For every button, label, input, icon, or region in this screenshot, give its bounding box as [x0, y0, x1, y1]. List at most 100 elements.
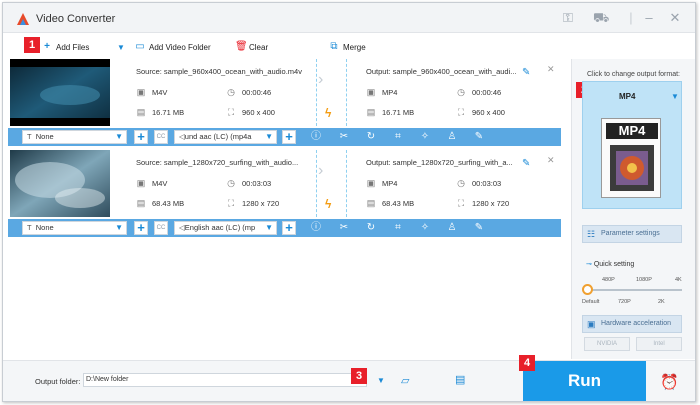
source-size-value: 16.71 MB — [152, 107, 185, 117]
crop-icon[interactable]: ⌗ — [392, 131, 404, 143]
quick-setting-icon: ⊸ — [586, 261, 592, 268]
video-thumbnail[interactable] — [10, 150, 110, 217]
edit-filename-icon[interactable]: ✎ — [522, 158, 530, 169]
source-filename: Source: sample_960x400_ocean_with_audio.… — [136, 67, 302, 76]
watermark-icon[interactable]: ♙ — [446, 131, 458, 143]
add-subtitle-button[interactable]: + — [134, 130, 148, 144]
source-format-value: M4V — [152, 178, 168, 188]
merge-button[interactable]: ⧉ Merge — [329, 40, 366, 54]
intel-toggle[interactable]: Intel — [636, 337, 682, 351]
watermark-icon[interactable]: ♙ — [446, 222, 458, 234]
clear-button[interactable]: 🗑 Clear — [235, 40, 268, 54]
subtitle-value: None — [35, 132, 54, 141]
open-folder-icon[interactable]: ▱ — [401, 374, 409, 387]
video-file-icon: ▣ — [136, 178, 146, 188]
run-label: Run — [567, 371, 602, 390]
remove-file-icon[interactable]: ✕ — [547, 64, 555, 75]
hardware-acceleration-button[interactable]: ▣ Hardware acceleration — [582, 315, 682, 333]
add-files-dropdown-icon[interactable]: ▼ — [117, 40, 125, 54]
rotate-icon[interactable]: ↻ — [365, 131, 377, 143]
mp4-icon-label: MP4 — [606, 123, 658, 139]
effects-icon[interactable]: ✧ — [419, 131, 431, 143]
quality-slider-handle[interactable] — [582, 284, 593, 295]
output-duration-value: 00:03:03 — [472, 178, 502, 188]
tick-label: 480P — [602, 277, 615, 283]
run-button[interactable]: Run — [523, 361, 646, 401]
output-preview-icon[interactable]: ▤ — [455, 373, 465, 386]
key-icon[interactable]: ⚿ — [560, 10, 576, 26]
edit-toolbar: T None ▼ + CC ◁und aac (LC) (mp4a ▼ + ⓘ ✂ … — [8, 128, 561, 146]
close-window-icon[interactable]: ✕ — [667, 10, 683, 26]
output-format-selector[interactable]: MP4 ▼ MP4 — [582, 81, 682, 209]
merge-label: Merge — [343, 42, 366, 52]
parameter-settings-button[interactable]: ☷ Parameter settings — [582, 225, 682, 243]
output-resolution-value: 1280 x 720 — [472, 198, 510, 208]
audio-track-select[interactable]: ◁und aac (LC) (mp4a ▼ — [174, 130, 277, 144]
source-duration-value: 00:00:46 — [242, 87, 272, 97]
clock-icon: ◷ — [457, 87, 465, 97]
chevron-down-icon: ▼ — [671, 92, 679, 101]
subtitle-edit-icon[interactable]: ✎ — [473, 131, 485, 143]
cart-icon[interactable]: ⛟ — [593, 10, 609, 26]
sliders-icon: ☷ — [587, 229, 596, 239]
chevron-down-icon[interactable]: ▼ — [377, 376, 385, 385]
cut-icon[interactable]: ✂ — [338, 222, 350, 234]
source-duration-value: 00:03:03 — [242, 178, 272, 188]
file-item: Source: sample_960x400_ocean_with_audio.… — [8, 59, 561, 149]
nvidia-toggle[interactable]: NVIDIA — [584, 337, 630, 351]
output-size: ▤ 68.43 MB — [366, 198, 414, 208]
cut-icon[interactable]: ✂ — [338, 131, 350, 143]
info-icon[interactable]: ⓘ — [310, 131, 322, 143]
output-resolution-value: 960 x 400 — [472, 107, 505, 117]
tick-label: 2K — [658, 299, 665, 305]
source-size: ▤ 68.43 MB — [136, 198, 184, 208]
app-window: Video Converter ⚿ ⛟ | – ✕ 1 + Add Files … — [2, 2, 696, 402]
audio-track-value: und aac (LC) (mp4a — [184, 132, 252, 141]
output-filename: Output: sample_960x400_ocean_with_audi..… — [366, 67, 517, 76]
add-subtitle-button[interactable]: + — [134, 221, 148, 235]
add-video-folder-button[interactable]: ▭ Add Video Folder — [135, 40, 211, 54]
source-resolution-value: 960 x 400 — [242, 107, 275, 117]
gpu-acceleration-icon: ϟ — [325, 197, 332, 211]
app-logo-icon — [17, 13, 29, 25]
source-duration: ◷ 00:03:03 — [226, 178, 271, 188]
rotate-icon[interactable]: ↻ — [365, 222, 377, 234]
gpu-acceleration-icon: ϟ — [325, 106, 332, 120]
subtitle-select[interactable]: T None ▼ — [22, 221, 127, 235]
add-audio-button[interactable]: + — [282, 221, 296, 235]
alarm-clock-icon[interactable]: ⏰ — [660, 373, 679, 391]
clock-icon: ◷ — [457, 178, 465, 188]
chevron-down-icon: ▼ — [265, 132, 273, 141]
film-reel-icon — [610, 145, 654, 191]
add-video-folder-label: Add Video Folder — [149, 42, 211, 52]
resolution-icon: ⛶ — [457, 107, 465, 117]
source-size-value: 68.43 MB — [152, 198, 185, 208]
step-badge-3: 3 — [351, 368, 367, 384]
subtitle-edit-icon[interactable]: ✎ — [473, 222, 485, 234]
mp4-format-icon: MP4 — [601, 118, 661, 198]
add-audio-button[interactable]: + — [282, 130, 296, 144]
audio-track-select[interactable]: ◁English aac (LC) (mp ▼ — [174, 221, 277, 235]
subtitle-select[interactable]: T None ▼ — [22, 130, 127, 144]
add-files-button[interactable]: + Add Files — [42, 40, 89, 54]
output-folder-value: D:\New folder — [86, 376, 129, 383]
output-format: ▣ MP4 — [366, 87, 398, 97]
closed-caption-icon[interactable]: CC — [154, 221, 168, 235]
output-resolution: ⛶ 960 x 400 — [456, 107, 505, 117]
output-format-caption: Click to change output format: — [587, 71, 680, 78]
output-format-value: MP4 — [382, 87, 398, 97]
quick-setting-label: ⊸ Quick setting — [586, 260, 634, 268]
add-files-label: Add Files — [56, 42, 90, 52]
closed-caption-icon[interactable]: CC — [154, 130, 168, 144]
effects-icon[interactable]: ✧ — [419, 222, 431, 234]
info-icon[interactable]: ⓘ — [310, 222, 322, 234]
file-list: Source: sample_960x400_ocean_with_audio.… — [8, 59, 561, 359]
quality-slider-track[interactable] — [586, 289, 682, 291]
minimize-icon[interactable]: – — [641, 10, 657, 26]
video-thumbnail[interactable] — [10, 59, 110, 126]
output-duration: ◷ 00:00:46 — [456, 87, 501, 97]
crop-icon[interactable]: ⌗ — [392, 222, 404, 234]
output-folder-input[interactable]: D:\New folder — [83, 373, 367, 387]
remove-file-icon[interactable]: ✕ — [547, 155, 555, 166]
edit-filename-icon[interactable]: ✎ — [522, 67, 530, 78]
